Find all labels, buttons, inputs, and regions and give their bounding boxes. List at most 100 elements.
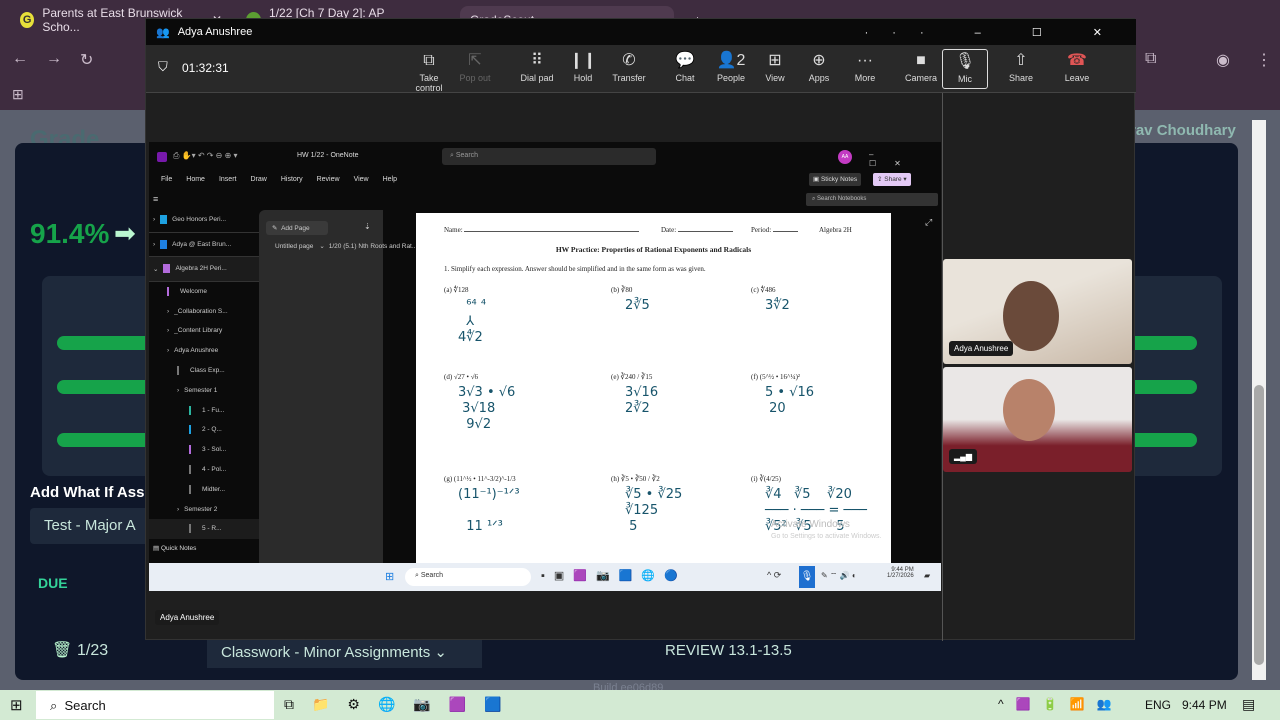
- section-item[interactable]: 2 - Q...: [149, 420, 259, 440]
- toolbar-leave-button[interactable]: ☎ Leave: [1054, 51, 1100, 83]
- window-controls[interactable]: –☐✕: [869, 150, 941, 168]
- section-item[interactable]: › _Collaboration S...: [149, 301, 259, 321]
- notification-icon[interactable]: ▤: [1242, 696, 1255, 713]
- onenote-window: ⎙ ✋▾ ↶ ↷ ⊖ ⊕ ▾ HW 1/22 - OneNote ⌕ Searc…: [149, 142, 941, 563]
- hamburger-icon[interactable]: ≡: [153, 194, 158, 204]
- share-button[interactable]: ⇪ Share ▾: [873, 173, 911, 186]
- menu-history[interactable]: History: [281, 176, 303, 183]
- name-field: Name:: [444, 226, 640, 234]
- notebook-item[interactable]: › Geo Honors Peri...: [149, 208, 259, 233]
- remote-search-input[interactable]: ⌕ Search: [405, 568, 531, 586]
- handwritten-answer: 3√16 2∛2: [625, 385, 659, 416]
- apps-icon: ⊕: [812, 52, 826, 69]
- search-notebooks-input[interactable]: ⌕ Search Notebooks: [806, 193, 938, 206]
- menu-view[interactable]: View: [354, 176, 369, 183]
- notebook-icon: [160, 239, 168, 249]
- sort-icon[interactable]: ⇣: [364, 222, 371, 231]
- teams-logo-icon: 👥: [156, 26, 170, 39]
- windows-start-icon[interactable]: ⊞: [385, 570, 394, 583]
- quick-access-icons[interactable]: ⎙ ✋▾ ↶ ↷ ⊖ ⊕ ▾: [173, 151, 238, 161]
- page-scrollbar[interactable]: [1252, 120, 1266, 680]
- language-indicator[interactable]: ENG: [1145, 698, 1171, 712]
- course-label: Algebra 2H: [819, 226, 852, 234]
- tray-icons[interactable]: ^🟪🔋📶👥: [998, 697, 1123, 711]
- chevron-icon: ›: [177, 386, 180, 394]
- menu-icon[interactable]: ⋮: [1256, 50, 1272, 70]
- section-item[interactable]: Welcome: [149, 282, 259, 302]
- presenter-name-tag: Adya Anushree: [155, 610, 220, 625]
- arrow-right-icon: ➡: [114, 218, 136, 248]
- menu-file[interactable]: File: [161, 176, 172, 183]
- toolbar-view-button[interactable]: ⊞ View: [752, 51, 798, 83]
- self-video[interactable]: ▂▄▆: [943, 367, 1132, 472]
- toolbar-pop-out-button[interactable]: ⇱ Pop out: [452, 51, 498, 83]
- participant-video[interactable]: Adya Anushree: [943, 259, 1132, 364]
- expand-icon[interactable]: ⤢: [925, 217, 932, 228]
- toolbar-hold-button[interactable]: ❙❙ Hold: [560, 51, 606, 83]
- notebook-item[interactable]: ⌄ Algebra 2H Peri...: [149, 257, 259, 282]
- menu-review[interactable]: Review: [317, 176, 340, 183]
- section-item[interactable]: Class Exp...: [149, 361, 259, 381]
- onenote-search-input[interactable]: ⌕ Search: [442, 148, 656, 165]
- toolbar-mic-button[interactable]: 🎙 Mic: [942, 49, 988, 89]
- page-item[interactable]: ⌄ 1/20 (5.1) Nth Roots and Rat...: [313, 238, 417, 254]
- section-item[interactable]: 3 - Sol...: [149, 440, 259, 460]
- toolbar-transfer-button[interactable]: ✆ Transfer: [606, 51, 652, 83]
- chevron-icon: ›: [177, 505, 180, 513]
- call-timer: 01:32:31: [182, 61, 229, 75]
- clock[interactable]: 9:44 PM: [1182, 698, 1227, 712]
- taskbar-search-input[interactable]: ⌕ Search: [36, 691, 274, 719]
- reload-icon[interactable]: ↻: [80, 50, 93, 70]
- notebook-item[interactable]: › Adya @ East Brun...: [149, 233, 259, 257]
- tray-icons[interactable]: ^ ⟳: [767, 570, 781, 581]
- toolbar-camera-button[interactable]: ■ Camera: [898, 51, 944, 83]
- toolbar-apps-button[interactable]: ⊕ Apps: [796, 51, 842, 83]
- section-item[interactable]: 4 - Pol...: [149, 460, 259, 480]
- chevron-down-icon: ⌄: [319, 243, 325, 251]
- toolbar-people-button[interactable]: 👤2 People: [708, 51, 754, 83]
- add-page-button[interactable]: ✎ Add Page: [266, 221, 328, 235]
- participant-name-tag: Adya Anushree: [949, 341, 1014, 356]
- toolbar-chat-button[interactable]: 💬 Chat: [662, 51, 708, 83]
- quick-notes[interactable]: ▤ Quick Notes: [153, 544, 196, 552]
- toolbar-share-button[interactable]: ⇧ Share: [998, 51, 1044, 83]
- section-item[interactable]: › Semester 1: [149, 380, 259, 400]
- sticky-notes-button[interactable]: ▣ Sticky Notes: [809, 173, 862, 186]
- due-date: 1/23: [77, 642, 109, 659]
- toolbar-take-control-button[interactable]: ⧉ Take control: [406, 51, 452, 93]
- windows-start-icon[interactable]: ⊞: [10, 696, 23, 714]
- page-search-icon[interactable]: ⧉: [1145, 50, 1156, 68]
- section-item[interactable]: Midter...: [149, 479, 259, 499]
- profile-icon[interactable]: ◉: [1216, 50, 1230, 70]
- leave-icon: ☎: [1067, 52, 1087, 69]
- mic-active-icon[interactable]: 🎙: [799, 566, 815, 588]
- taskbar-apps[interactable]: ⧉📁⚙🌐📷🟪🟦: [284, 696, 520, 713]
- menu-draw[interactable]: Draw: [250, 176, 266, 183]
- trash-icon[interactable]: 🗑: [52, 640, 72, 660]
- chevron-icon: ›: [167, 307, 170, 315]
- windows-taskbar: ⊞ ⌕ Search ⧉📁⚙🌐📷🟪🟦 ^🟪🔋📶👥 ENG 9:44 PM ▤: [0, 690, 1280, 720]
- avatar[interactable]: AA: [838, 150, 852, 164]
- section-item[interactable]: 5 - R...: [149, 519, 259, 539]
- notification-icon[interactable]: ▰: [924, 571, 930, 580]
- section-item[interactable]: › _Content Library: [149, 321, 259, 341]
- remote-taskbar-apps[interactable]: ▪▣🟪📷🟦🌐🔵: [541, 569, 687, 582]
- page-item[interactable]: Untitled page: [259, 238, 313, 254]
- forward-icon[interactable]: →: [46, 50, 62, 68]
- toolbar-dial-pad-button[interactable]: ⠿ Dial pad: [514, 51, 560, 83]
- worksheet-title: HW Practice: Properties of Rational Expo…: [555, 245, 752, 254]
- back-icon[interactable]: ←: [12, 50, 28, 68]
- menu-help[interactable]: Help: [383, 176, 397, 183]
- category-select[interactable]: Classwork - Minor Assignments ⌄: [207, 636, 482, 668]
- gradescout-favicon: G: [20, 12, 35, 28]
- section-item[interactable]: › Semester 2: [149, 499, 259, 519]
- window-controls[interactable]: ··· – ☐ ✕: [865, 26, 1126, 39]
- onenote-menu: File Home Insert Draw History Review View Help: [161, 176, 411, 183]
- toolbar-more-button[interactable]: ··· More: [842, 51, 888, 83]
- section-item[interactable]: › Adya Anushree: [149, 341, 259, 361]
- menu-insert[interactable]: Insert: [219, 176, 237, 183]
- section-item[interactable]: 1 - Fu...: [149, 400, 259, 420]
- menu-home[interactable]: Home: [186, 176, 205, 183]
- chevron-right-icon: ›: [153, 240, 156, 248]
- apps-icon[interactable]: ⊞: [12, 86, 24, 103]
